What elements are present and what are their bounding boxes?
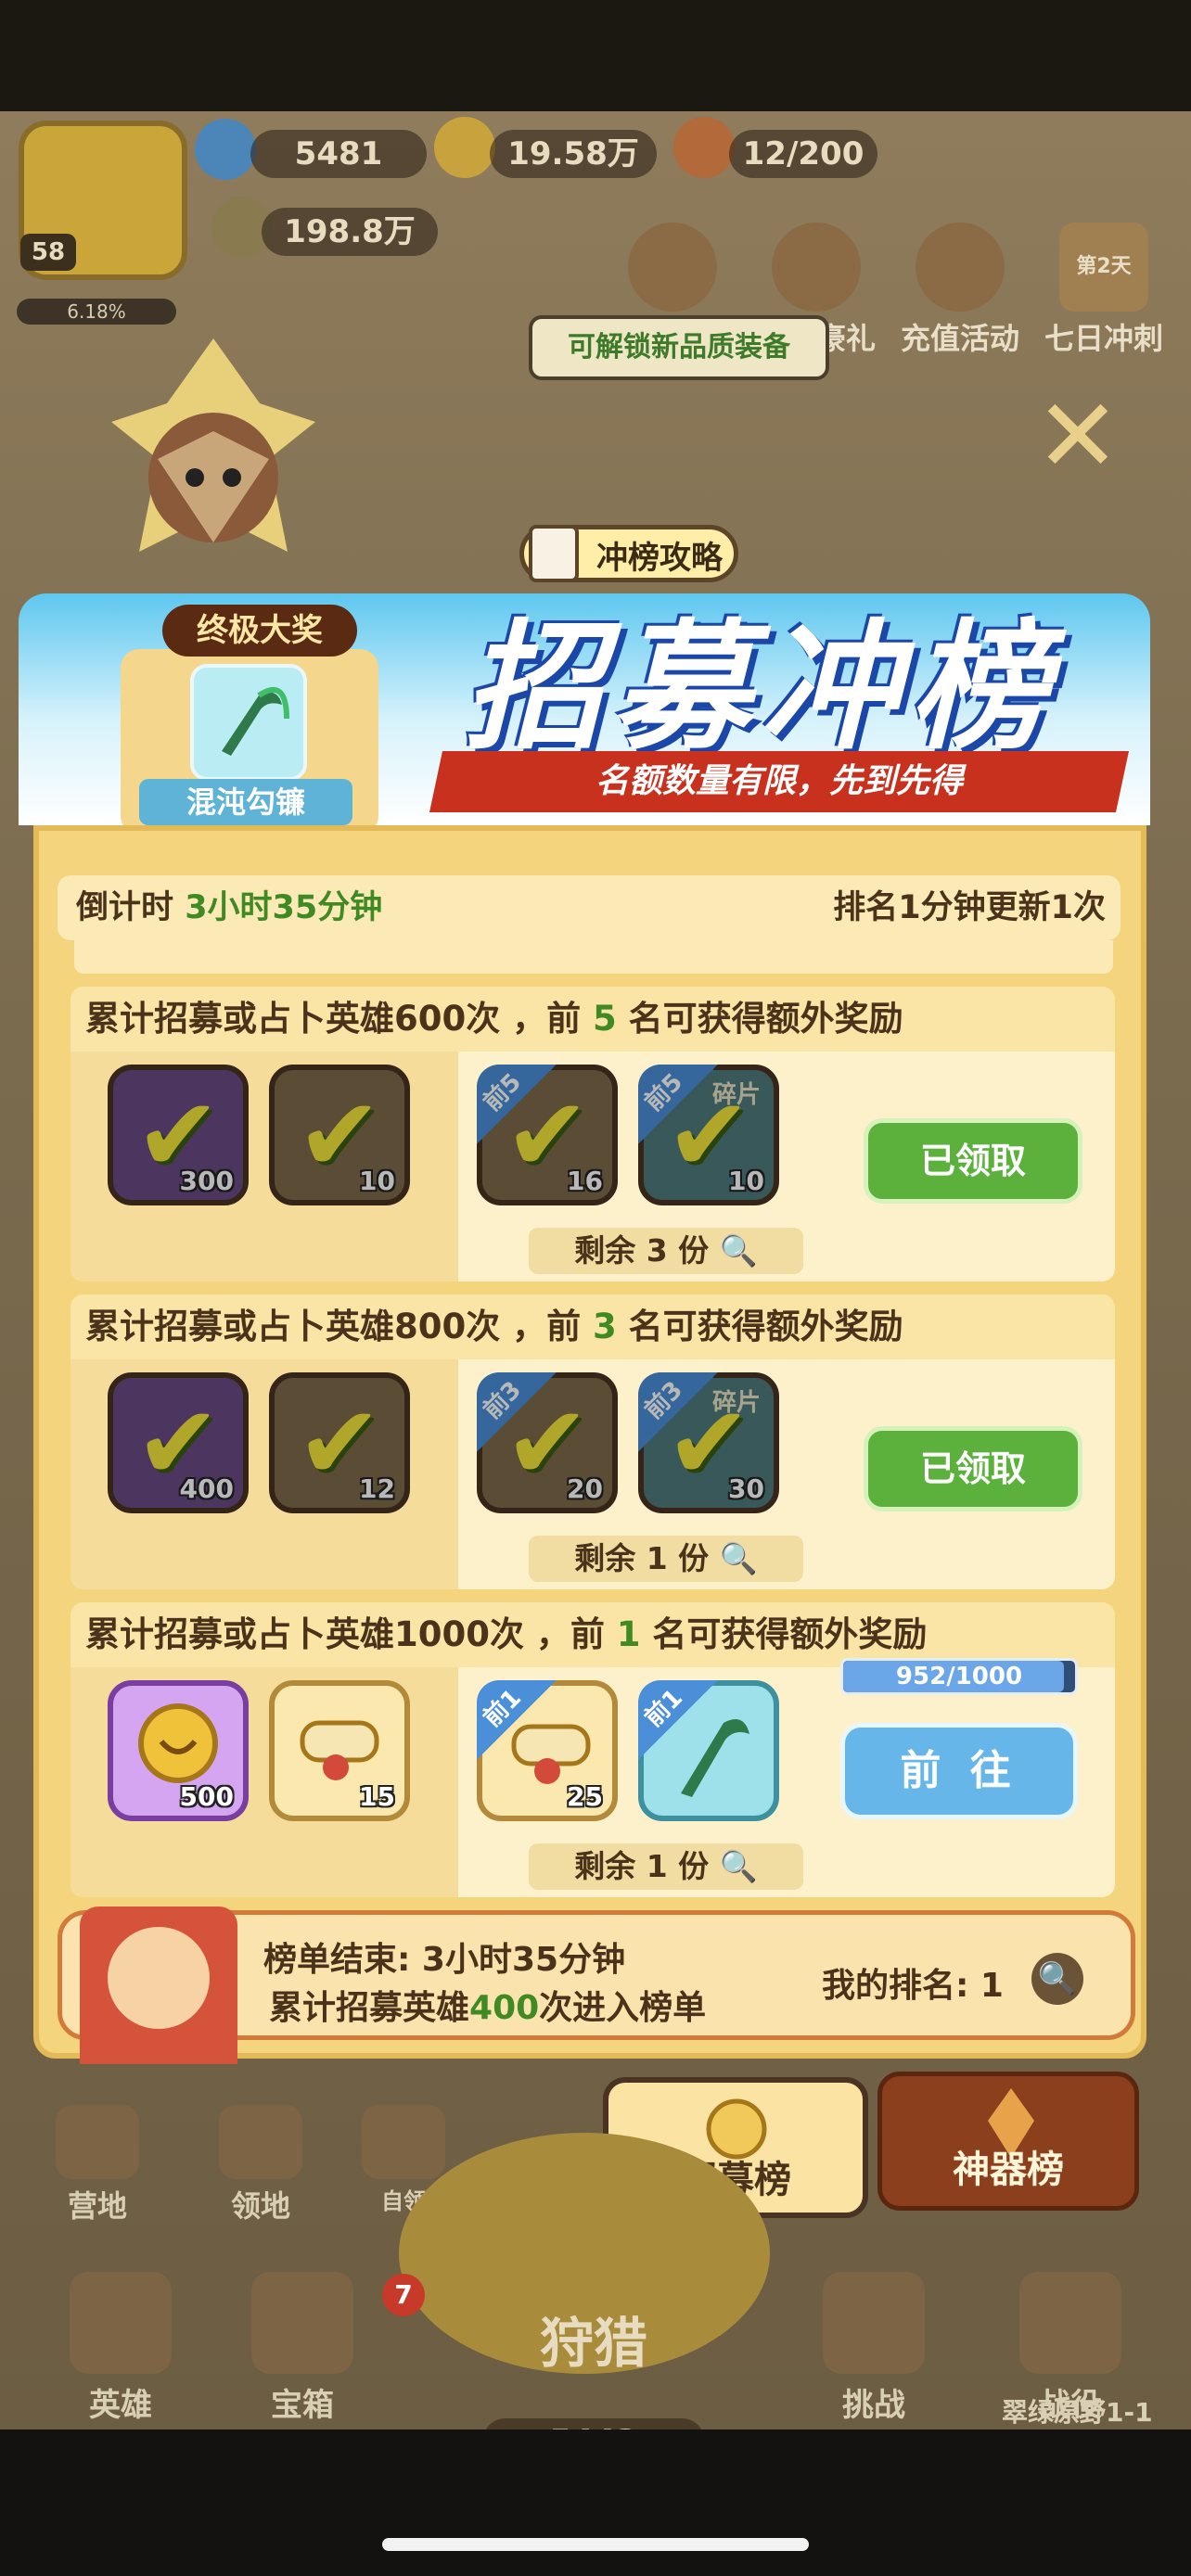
reward-item[interactable]: ✔ 300 — [108, 1065, 249, 1205]
castle-icon — [219, 2105, 302, 2179]
tier-card: 累计招募或占卜英雄800次 ，前 3 名可获得额外奖励 ✔ 400 ✔ 12 前3 ✔… — [70, 1294, 1115, 1589]
tier-title: 累计招募或占卜英雄600次 ，前 5 名可获得额外奖励 — [70, 987, 1115, 1052]
menu-seven-day[interactable]: 第2天 七日冲刺 — [1039, 223, 1169, 358]
go-button[interactable]: 前 往 — [840, 1723, 1078, 1819]
grand-prize-label: 终极大奖 — [162, 605, 357, 657]
rank-end-time: 榜单结束: 3小时35分钟 — [263, 1941, 626, 1979]
countdown-text: 倒计时 3小时35分钟 — [76, 889, 383, 926]
magnifier-icon: 🔍 — [719, 1232, 758, 1269]
claimed-button[interactable]: 已领取 — [864, 1426, 1082, 1511]
menu-recharge[interactable]: 充值活动 — [895, 223, 1025, 358]
chest-icon — [251, 2272, 353, 2374]
trophy-icon — [108, 1927, 210, 2029]
my-rank: 我的排名: 1 — [822, 1967, 1004, 2005]
coin-count: 19.58万 — [490, 130, 657, 178]
nav-challenge[interactable]: 挑战 — [800, 2272, 948, 2425]
bonus-item[interactable]: 前1 — [638, 1680, 779, 1821]
nav-camp[interactable]: 营地 — [37, 2105, 158, 2225]
tier-title: 累计招募或占卜英雄800次 ，前 3 名可获得额外奖励 — [70, 1294, 1115, 1359]
portal-icon — [823, 2272, 925, 2374]
stamina-count: 12/200 — [729, 130, 877, 178]
reward-item[interactable]: ✔ 12 — [269, 1372, 410, 1513]
tier-card: 累计招募或占卜英雄1000次 ，前 1 名可获得额外奖励 500 15 前1 2… — [70, 1602, 1115, 1897]
rank-ribbon-icon — [80, 1906, 237, 2064]
seven-day-icon: 第2天 — [1059, 223, 1148, 312]
magnifier-icon — [529, 525, 579, 582]
shop-icon — [628, 223, 717, 312]
remaining-count: 剩余 3 份 🔍 — [529, 1228, 803, 1274]
scrolled-row-peek — [74, 940, 1113, 974]
helmet-icon — [70, 2272, 172, 2374]
camp-icon — [56, 2105, 139, 2179]
nav-territory[interactable]: 领地 — [200, 2105, 321, 2225]
scythe-art — [222, 686, 289, 756]
meat-icon — [673, 117, 735, 178]
tier-card: 累计招募或占卜英雄600次 ，前 5 名可获得额外奖励 ✔ 300 ✔ 10 前5 ✔… — [70, 987, 1115, 1282]
region-name: 翠绿原野1-1 — [1002, 2397, 1153, 2428]
tab-artifact[interactable]: 神器榜 — [877, 2072, 1139, 2211]
coin-icon — [434, 117, 495, 178]
bonus-item[interactable]: 前3 ✔ 20 — [477, 1372, 618, 1513]
bonus-item[interactable]: 前3 碎片 ✔ 30 — [638, 1372, 779, 1513]
bottom-safe-area — [0, 2429, 1191, 2576]
chest-count-badge: 7 — [382, 2274, 425, 2316]
event-title: 招募冲榜 — [464, 607, 1058, 769]
nav-chest[interactable]: 宝箱 — [228, 2272, 377, 2425]
remaining-count: 剩余 1 份 🔍 — [529, 1536, 803, 1582]
demon-icon — [362, 2105, 445, 2179]
magnifier-icon: 🔍 — [719, 1848, 758, 1884]
bonus-item[interactable]: 前5 碎片 ✔ 10 — [638, 1065, 779, 1205]
status-area — [0, 0, 1191, 111]
rank-detail-button[interactable]: 🔍 — [1031, 1953, 1083, 2005]
close-button[interactable]: ✕ — [1031, 385, 1124, 487]
event-subtitle: 名额数量有限，先到先得 — [429, 751, 1130, 812]
scroll-reward-item[interactable]: 15 — [269, 1680, 410, 1821]
gift-icon — [772, 223, 861, 312]
remaining-count: 剩余 1 份 🔍 — [529, 1843, 803, 1890]
power-count: 198.8万 — [262, 208, 438, 256]
home-indicator[interactable] — [382, 2538, 809, 2551]
claimed-button[interactable]: 已领取 — [864, 1118, 1082, 1204]
magnifier-icon: 🔍 — [719, 1540, 758, 1576]
crossed-swords-icon — [1019, 2272, 1121, 2374]
hint-bubble: 可解锁新品质装备 — [529, 315, 829, 380]
rank-entry-rule: 累计招募英雄400次进入榜单 — [269, 1989, 707, 2027]
nav-hero[interactable]: 英雄 — [46, 2272, 195, 2425]
reward-item[interactable]: ✔ 400 — [108, 1372, 249, 1513]
player-level: 58 — [20, 234, 76, 271]
hunt-label: 狩猎 — [539, 2312, 647, 2375]
bonus-item[interactable]: 前5 ✔ 16 — [477, 1065, 618, 1205]
gem-icon — [195, 119, 256, 180]
scythe-icon[interactable] — [190, 664, 307, 781]
gem-count: 5481 — [250, 130, 427, 178]
reward-item[interactable]: ✔ 10 — [269, 1065, 410, 1205]
grand-prize-name: 混沌勾镰 — [139, 779, 352, 825]
coin-reward-item[interactable]: 500 — [108, 1680, 249, 1821]
recharge-icon — [916, 223, 1005, 312]
refresh-note: 排名1分钟更新1次 — [833, 889, 1106, 926]
progress-bar: 952/1000 — [840, 1658, 1078, 1695]
bonus-item[interactable]: 前1 25 — [477, 1680, 618, 1821]
